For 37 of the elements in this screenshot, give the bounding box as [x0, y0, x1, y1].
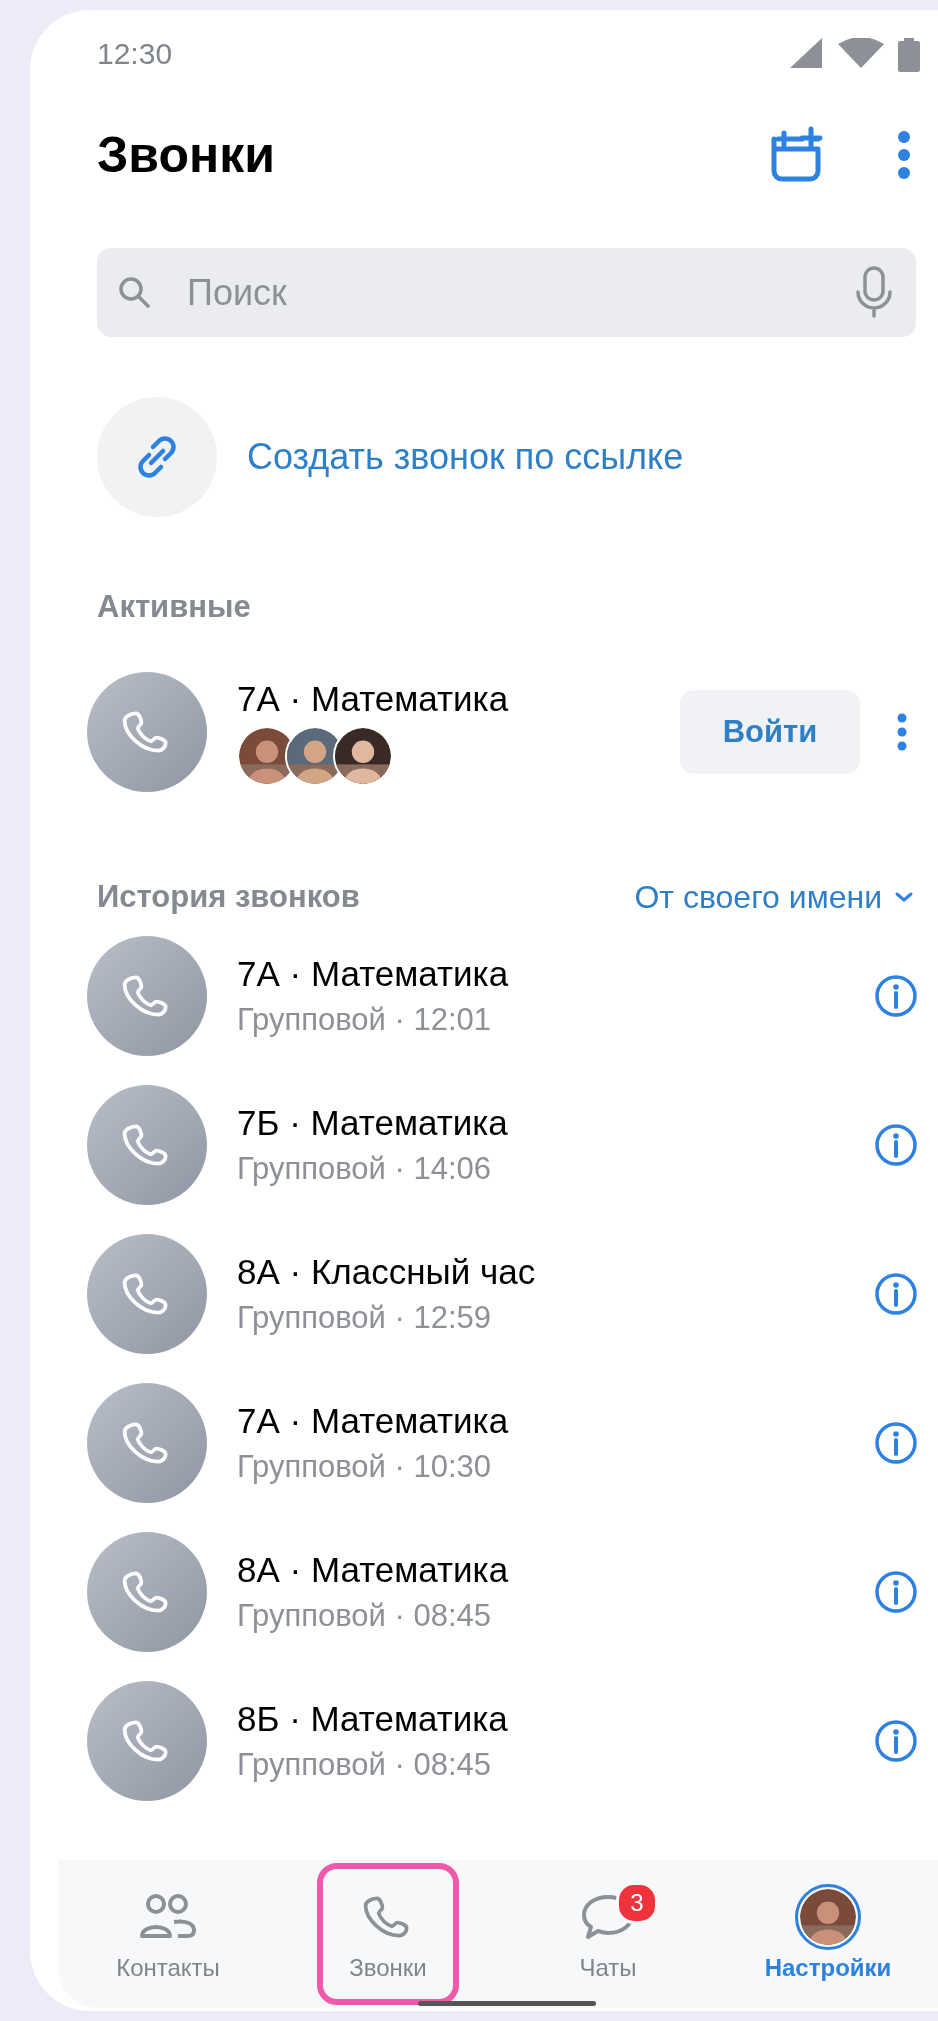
tab[interactable]: 3 Чаты: [537, 1863, 679, 2005]
info-icon[interactable]: [874, 1719, 918, 1763]
call-details: Групповой · 10:30: [237, 1448, 493, 1486]
unread-badge: 3: [616, 1882, 658, 1924]
info-icon[interactable]: [874, 974, 918, 1018]
call-name: 7А · Математика: [237, 678, 510, 720]
join-button[interactable]: Войти: [680, 690, 860, 774]
section-title: История звонков: [97, 878, 360, 916]
call-details: Групповой · 12:59: [237, 1299, 493, 1337]
battery-icon: [898, 38, 920, 72]
call-details: Групповой · 12:01: [237, 1001, 493, 1039]
call-name: 8А · Математика: [237, 1549, 510, 1591]
call-name: 8А · Классный час: [237, 1251, 537, 1293]
status-time: 12:30: [97, 36, 173, 72]
info-icon[interactable]: [874, 1570, 918, 1614]
tab[interactable]: Настройки: [757, 1863, 899, 2005]
tab[interactable]: Звонки: [317, 1863, 459, 2005]
microphone-icon[interactable]: [854, 266, 894, 318]
search-field[interactable]: Поиск: [97, 248, 916, 337]
info-icon[interactable]: [874, 1123, 918, 1167]
wifi-icon: [838, 38, 884, 68]
call-name: 7А · Математика: [237, 1400, 510, 1442]
info-icon[interactable]: [874, 1272, 918, 1316]
filter-dropdown[interactable]: От своего имени: [634, 878, 916, 916]
call-details: Групповой · 14:06: [237, 1150, 493, 1188]
create-call-link[interactable]: Создать звонок по ссылке: [247, 436, 684, 478]
screen-title: Звонки: [97, 126, 275, 184]
call-name: 7А · Математика: [237, 953, 510, 995]
info-icon[interactable]: [874, 1421, 918, 1465]
call-name: 7Б · Математика: [237, 1102, 509, 1144]
section-title: Активные: [97, 588, 252, 626]
signal-icon: [790, 38, 824, 68]
call-details: Групповой · 08:45: [237, 1746, 493, 1784]
tab[interactable]: Контакты: [97, 1863, 239, 2005]
search-icon: [117, 275, 153, 311]
call-name: 8Б · Математика: [237, 1698, 509, 1740]
call-details: Групповой · 08:45: [237, 1597, 493, 1635]
